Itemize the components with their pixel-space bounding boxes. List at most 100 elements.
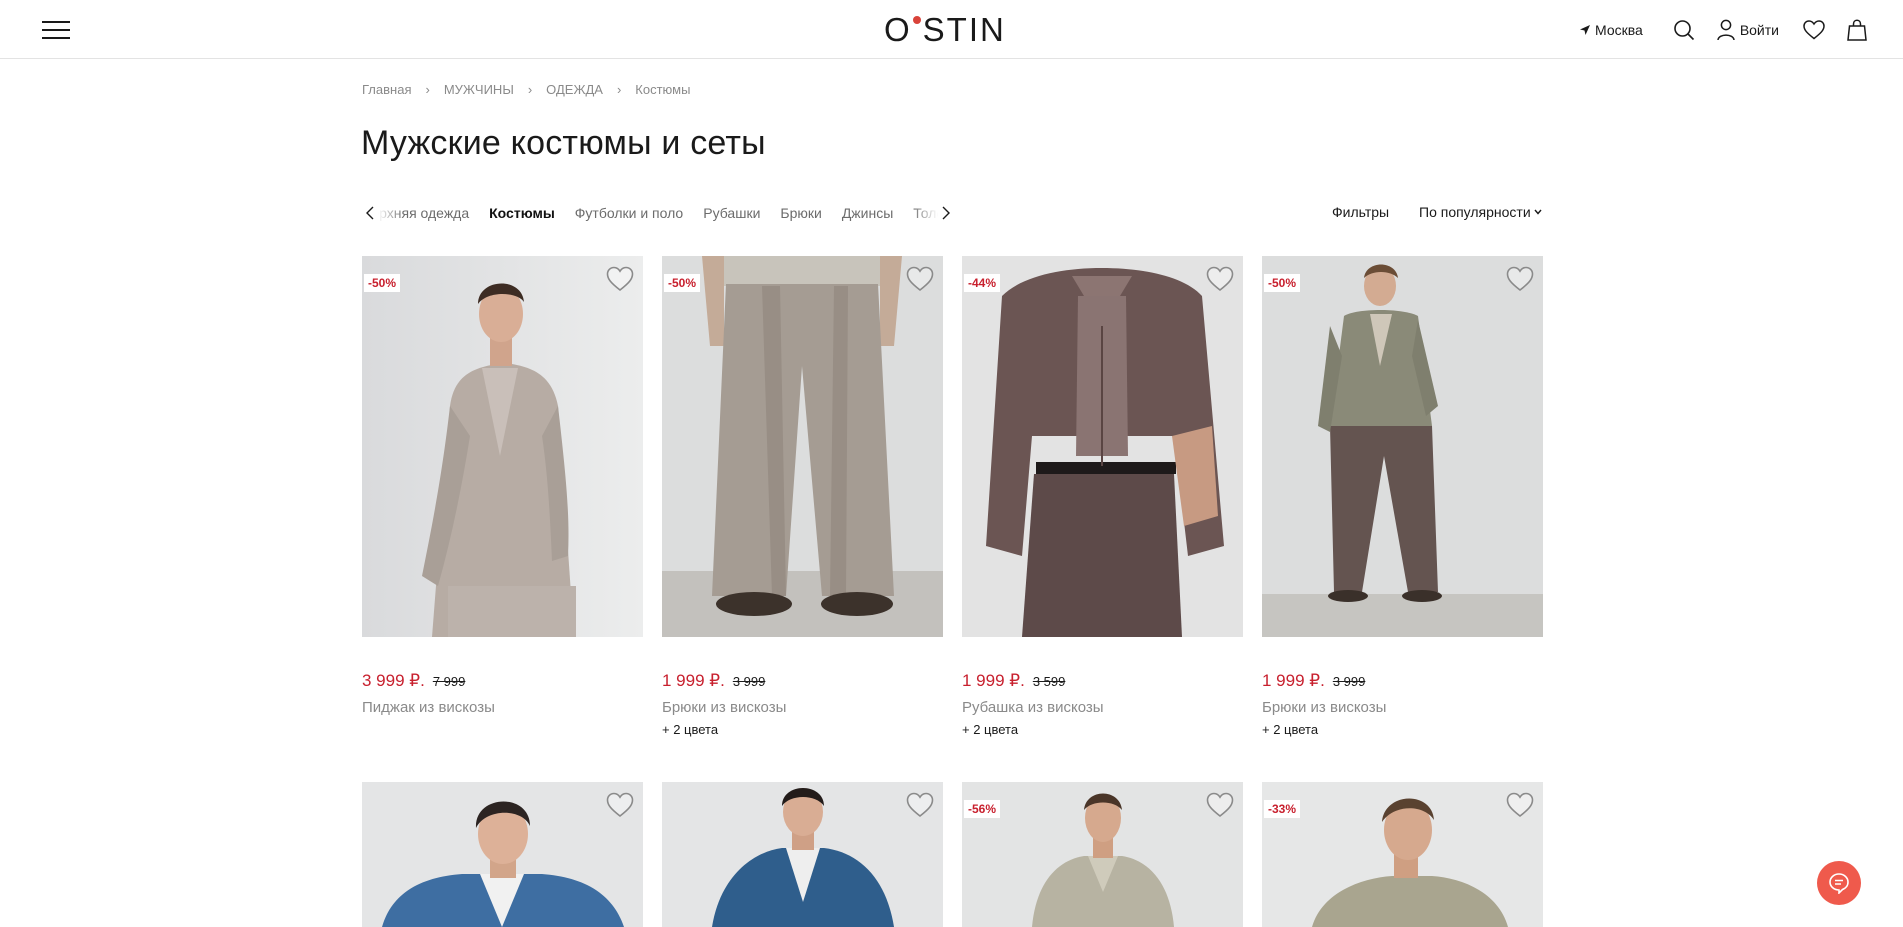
discount-badge: -50% [364,274,401,292]
logo-text-right: STIN [922,11,1006,48]
product-name[interactable]: Пиджак из вискозы [362,699,643,716]
product-image-linen-shirt [962,782,1243,927]
favorite-heart-icon[interactable] [1506,792,1534,818]
chevron-left-icon [366,206,374,220]
chevron-right-icon: › [527,82,533,97]
favorite-heart-icon[interactable] [606,792,634,818]
product-card[interactable]: -44% 1 999 ₽. 3 599 Рубашка из вискозы +… [962,256,1243,737]
discount-badge: -50% [1264,274,1301,292]
ostin-logo[interactable]: O STIN [884,12,1020,48]
old-price: 7 999 [432,674,466,689]
product-photo[interactable] [362,782,643,927]
location-selector[interactable]: Москва [1579,22,1643,38]
category-tabs-viewport: Верхняя одежда Костюмы Футболки и поло Р… [378,202,938,224]
location-label: Москва [1595,22,1643,38]
product-card[interactable]: -50% 3 999 ₽. 7 999 Пиджак из вискозы [362,256,643,716]
product-image-denim-shirt [662,782,943,927]
category-tabs-strip: Верхняя одежда Костюмы Футболки и поло Р… [378,202,938,224]
favorite-heart-icon[interactable] [606,266,634,292]
product-card[interactable]: -50% 1 999 ₽. 3 999 Брюки из вискозы + 2… [1262,256,1543,737]
price-row: 1 999 ₽. 3 599 [962,671,1243,691]
product-image-polo [1262,782,1543,927]
login-label: Войти [1739,22,1779,38]
chevron-right-icon: › [616,82,622,97]
product-image-trousers [662,256,943,637]
heart-icon [1803,20,1825,40]
sort-dropdown[interactable]: По популярности [1419,204,1542,220]
tabs-scroll-left-button[interactable] [362,202,378,224]
tab-trousers[interactable]: Брюки [780,202,821,224]
product-photo[interactable]: -44% [962,256,1243,637]
price-row: 1 999 ₽. 3 999 [662,671,943,691]
breadcrumb: Главная › МУЖЧИНЫ › ОДЕЖДА › Костюмы [362,82,690,97]
tab-outerwear[interactable]: Верхняя одежда [378,202,469,224]
page-title: Мужские костюмы и сеты [361,124,766,162]
chevron-right-icon [942,206,950,220]
breadcrumb-home[interactable]: Главная [362,82,411,97]
tab-jeans[interactable]: Джинсы [842,202,893,224]
header-actions: Москва Войти [1579,15,1867,45]
tab-shirts[interactable]: Рубашки [703,202,760,224]
current-price: 1 999 ₽. [962,671,1025,690]
discount-badge: -56% [964,800,1001,818]
location-arrow-icon [1580,25,1591,35]
favorite-heart-icon[interactable] [906,266,934,292]
product-card[interactable]: -50% 1 999 ₽. 3 999 Брюки из вискозы + 2… [662,256,943,737]
sort-label: По популярности [1419,204,1531,220]
favorite-heart-icon[interactable] [1206,792,1234,818]
bag-icon [1847,19,1867,41]
product-name[interactable]: Брюки из вискозы [662,699,943,716]
logo-dot [912,16,921,24]
chat-support-button[interactable] [1817,861,1861,905]
site-header: O STIN Москва Войти [0,0,1903,59]
product-photo[interactable]: -33% [1262,782,1543,927]
more-colors-label[interactable]: + 2 цвета [1262,722,1543,737]
old-price: 3 999 [1332,674,1366,689]
product-photo[interactable]: -56% [962,782,1243,927]
product-photo[interactable] [662,782,943,927]
search-button[interactable] [1673,19,1695,41]
product-image-denim-jacket [362,782,643,927]
product-card[interactable] [662,782,943,927]
product-name[interactable]: Брюки из вискозы [1262,699,1543,716]
breadcrumb-men[interactable]: МУЖЧИНЫ [444,82,514,97]
current-price: 3 999 ₽. [362,671,425,690]
product-name[interactable]: Рубашка из вискозы [962,699,1243,716]
discount-badge: -44% [964,274,1001,292]
favorites-button[interactable] [1803,20,1825,40]
tabs-scroll-right-button[interactable] [938,202,954,224]
discount-badge: -50% [664,274,701,292]
chat-icon [1829,873,1849,894]
product-image-shirt [962,256,1243,637]
price-row: 3 999 ₽. 7 999 [362,671,643,691]
user-icon [1717,19,1735,41]
product-card[interactable]: -33% [1262,782,1543,927]
favorite-heart-icon[interactable] [906,792,934,818]
product-card[interactable] [362,782,643,927]
old-price: 3 599 [1032,674,1066,689]
favorite-heart-icon[interactable] [1506,266,1534,292]
current-price: 1 999 ₽. [662,671,725,690]
more-colors-label[interactable]: + 2 цвета [962,722,1243,737]
tab-suits[interactable]: Костюмы [489,202,555,224]
breadcrumb-suits[interactable]: Костюмы [635,82,690,97]
filters-button[interactable]: Фильтры [1332,204,1389,220]
product-photo[interactable]: -50% [662,256,943,637]
tab-tshirts-polo[interactable]: Футболки и поло [575,202,683,224]
tab-hoodies[interactable]: Толстовки [913,202,938,224]
more-colors-label[interactable]: + 2 цвета [662,722,943,737]
discount-badge: -33% [1264,800,1301,818]
product-photo[interactable]: -50% [1262,256,1543,637]
cart-button[interactable] [1847,19,1867,41]
breadcrumb-clothing[interactable]: ОДЕЖДА [546,82,603,97]
menu-icon[interactable] [42,19,70,41]
product-image-full-look [1262,256,1543,637]
favorite-heart-icon[interactable] [1206,266,1234,292]
login-button[interactable]: Войти [1717,19,1779,41]
product-photo[interactable]: -50% [362,256,643,637]
product-image-blazer [362,256,643,637]
product-card[interactable]: -56% [962,782,1243,927]
old-price: 3 999 [732,674,766,689]
chevron-down-icon [1534,209,1542,215]
chevron-right-icon: › [425,82,430,97]
